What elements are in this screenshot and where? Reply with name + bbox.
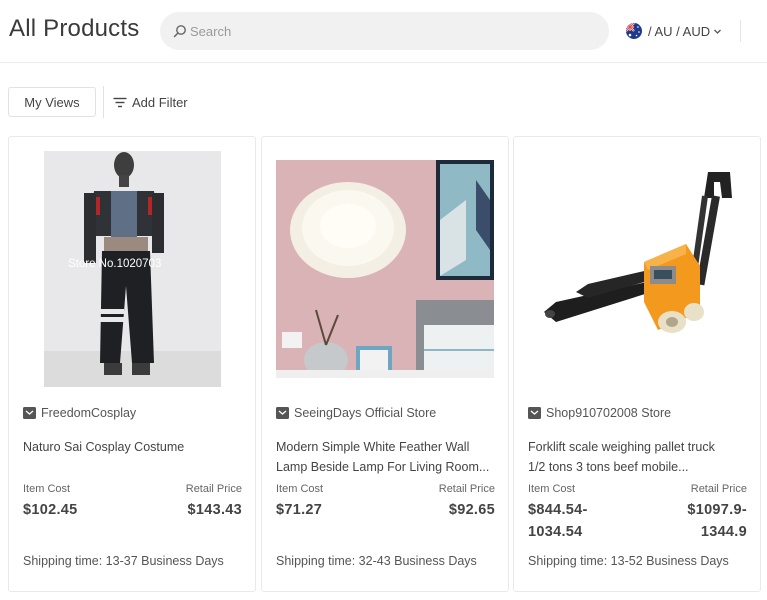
store-name: SeeingDays Official Store: [294, 406, 437, 420]
product-title-line: Naturo Sai Cosplay Costume: [23, 440, 185, 454]
product-card[interactable]: Shop910702008 Store Forklift scale weigh…: [513, 136, 761, 592]
search-input[interactable]: [190, 12, 590, 50]
retail-price-label: Retail Price: [185, 483, 242, 495]
australia-flag-icon: [626, 23, 642, 39]
shipping-time: Shipping time: 32-43 Business Days: [276, 554, 477, 568]
product-title[interactable]: Naturo Sai Cosplay Costume: [23, 437, 247, 457]
header-divider: [740, 20, 741, 42]
retail-price-label: Retail Price: [438, 483, 495, 495]
store-link[interactable]: Shop910702008 Store: [528, 405, 671, 421]
retail-price-line: $1097.9-: [687, 502, 747, 518]
store-icon: [528, 407, 541, 419]
image-watermark: Store No.1020703: [68, 258, 161, 270]
item-cost-label: Item Cost: [528, 483, 576, 495]
search-icon: [173, 25, 186, 38]
retail-price-value: $1097.9- 1344.9: [687, 499, 747, 543]
header-bar: All Products / AU / AUD: [0, 0, 767, 63]
product-title[interactable]: Modern Simple White Feather Wall Lamp Be…: [276, 437, 500, 477]
add-filter-label: Add Filter: [132, 94, 188, 110]
item-cost-line: $102.45: [23, 502, 78, 518]
filter-icon: [113, 97, 127, 107]
product-card[interactable]: SeeingDays Official Store Modern Simple …: [261, 136, 509, 592]
product-image[interactable]: [276, 160, 494, 378]
product-image[interactable]: [536, 162, 736, 362]
product-title-line: 1/2 tons 3 tons beef mobile...: [528, 460, 689, 474]
store-name: FreedomCosplay: [41, 406, 137, 420]
chevron-down-icon: [714, 29, 722, 34]
region-label: / AU / AUD: [648, 23, 711, 39]
item-cost-label: Item Cost: [23, 483, 71, 495]
retail-price-value: $143.43: [187, 499, 242, 521]
item-cost-value: $102.45: [23, 499, 78, 521]
product-title-line: Modern Simple White Feather Wall: [276, 440, 470, 454]
store-link[interactable]: FreedomCosplay: [23, 405, 136, 421]
product-title[interactable]: Forklift scale weighing pallet truck 1/2…: [528, 437, 752, 477]
item-cost-value: $844.54- 1034.54: [528, 499, 588, 543]
product-title-line: Lamp Beside Lamp For Living Room...: [276, 460, 490, 474]
retail-price-value: $92.65: [449, 499, 495, 521]
retail-price-line: 1344.9: [700, 524, 747, 540]
store-icon: [23, 407, 36, 419]
retail-price-line: $143.43: [187, 502, 242, 518]
toolbar: My Views Add Filter: [0, 86, 767, 118]
shipping-time: Shipping time: 13-37 Business Days: [23, 554, 224, 568]
product-title-line: Forklift scale weighing pallet truck: [528, 440, 715, 454]
add-filter-button[interactable]: Add Filter: [113, 87, 188, 117]
toolbar-divider: [103, 86, 104, 118]
store-link[interactable]: SeeingDays Official Store: [276, 405, 436, 421]
item-cost-line: 1034.54: [528, 524, 583, 540]
retail-price-label: Retail Price: [690, 483, 747, 495]
region-currency-selector[interactable]: / AU / AUD: [626, 21, 722, 41]
item-cost-label: Item Cost: [276, 483, 324, 495]
store-name: Shop910702008 Store: [546, 406, 672, 420]
my-views-button[interactable]: My Views: [8, 87, 96, 117]
item-cost-value: $71.27: [276, 499, 322, 521]
retail-price-line: $92.65: [448, 502, 495, 518]
search-bar[interactable]: [160, 12, 609, 50]
item-cost-line: $844.54-: [528, 502, 588, 518]
page-title: All Products: [9, 15, 140, 42]
item-cost-line: $71.27: [276, 502, 323, 518]
product-card[interactable]: Store No.1020703 FreedomCosplay Naturo S…: [8, 136, 256, 592]
shipping-time: Shipping time: 13-52 Business Days: [528, 554, 729, 568]
product-image[interactable]: Store No.1020703: [44, 151, 221, 387]
store-icon: [276, 407, 289, 419]
